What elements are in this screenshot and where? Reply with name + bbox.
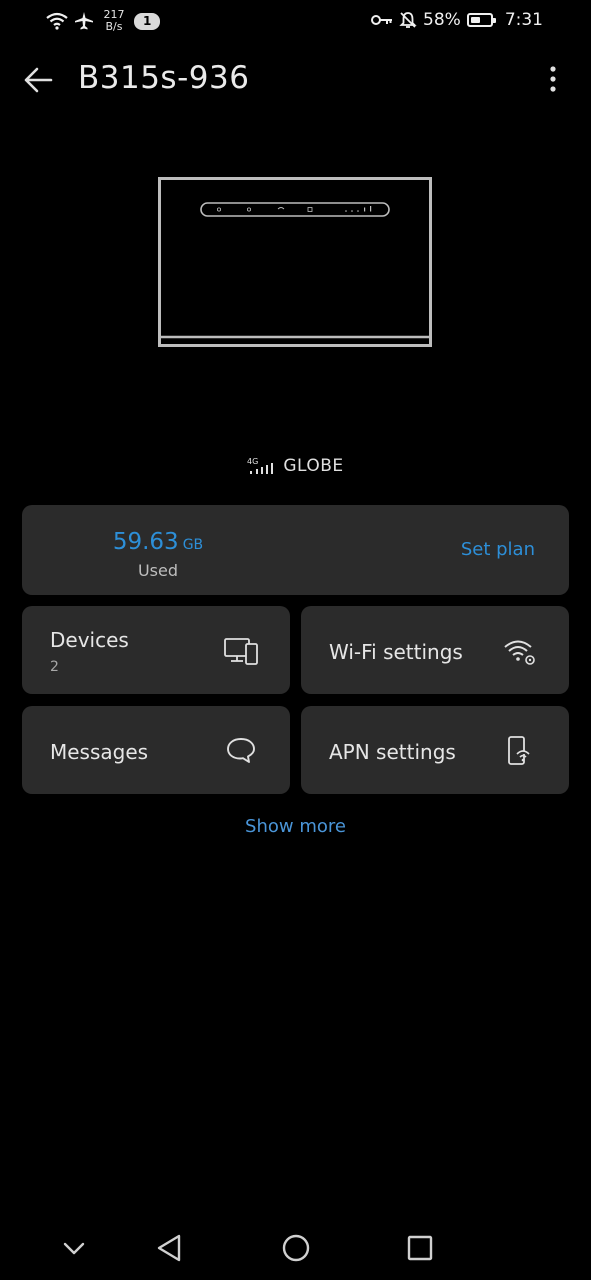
status-left: 217 B/s 1 bbox=[46, 9, 161, 33]
app-bar: B315s-936 bbox=[0, 54, 591, 106]
apn-phone-icon bbox=[508, 736, 530, 765]
wifi-icon bbox=[46, 12, 68, 30]
wifi-settings-icon bbox=[504, 640, 535, 665]
status-bar: 217 B/s 1 58% 7:31 bbox=[0, 0, 591, 44]
router-image bbox=[158, 177, 432, 347]
message-bubble-icon bbox=[227, 738, 255, 763]
arrow-left-icon[interactable] bbox=[18, 60, 58, 100]
usage-label: Used bbox=[137, 561, 179, 580]
more-vertical-icon[interactable] bbox=[541, 64, 565, 96]
battery-icon bbox=[466, 13, 496, 27]
apn-settings-tile[interactable]: APN settings bbox=[301, 706, 569, 794]
devices-tile[interactable]: Devices 2 bbox=[22, 606, 290, 694]
system-nav-bar bbox=[0, 1220, 591, 1276]
messages-label: Messages bbox=[50, 740, 149, 764]
recents-square-icon[interactable] bbox=[400, 1228, 440, 1268]
network-type: 4G bbox=[247, 457, 258, 466]
usage-value: 59.63 bbox=[112, 529, 179, 555]
usage-amount: 59.63 GB bbox=[22, 529, 294, 555]
messages-tile[interactable]: Messages bbox=[22, 706, 290, 794]
apn-settings-label: APN settings bbox=[329, 740, 456, 764]
status-right: 58% 7:31 bbox=[371, 10, 543, 30]
notification-badge: 1 bbox=[134, 12, 161, 30]
page-title: B315s-936 bbox=[78, 60, 250, 96]
mute-icon bbox=[399, 12, 417, 28]
key-icon bbox=[371, 15, 393, 25]
set-plan-button[interactable]: Set plan bbox=[461, 539, 535, 560]
show-more-link[interactable]: Show more bbox=[0, 816, 591, 837]
usage-unit: GB bbox=[182, 537, 204, 553]
home-circle-icon[interactable] bbox=[276, 1228, 316, 1268]
wifi-settings-label: Wi-Fi settings bbox=[329, 640, 463, 664]
network-speed: 217 B/s bbox=[102, 9, 126, 33]
devices-icon bbox=[224, 638, 258, 665]
battery-percent: 58% bbox=[423, 10, 461, 30]
devices-label: Devices bbox=[50, 628, 129, 652]
clock: 7:31 bbox=[504, 10, 543, 30]
carrier-name: GLOBE bbox=[283, 456, 344, 476]
devices-count: 2 bbox=[50, 659, 59, 675]
signal-4g-icon: 4G bbox=[247, 457, 274, 474]
data-usage-card[interactable]: 59.63 GB Used Set plan bbox=[22, 505, 569, 595]
chevron-down-icon[interactable] bbox=[54, 1228, 94, 1268]
airplane-icon bbox=[75, 12, 93, 30]
wifi-settings-tile[interactable]: Wi-Fi settings bbox=[301, 606, 569, 694]
speed-unit: B/s bbox=[105, 20, 123, 33]
back-triangle-icon[interactable] bbox=[150, 1228, 190, 1268]
carrier-indicator: 4G GLOBE bbox=[0, 456, 591, 476]
